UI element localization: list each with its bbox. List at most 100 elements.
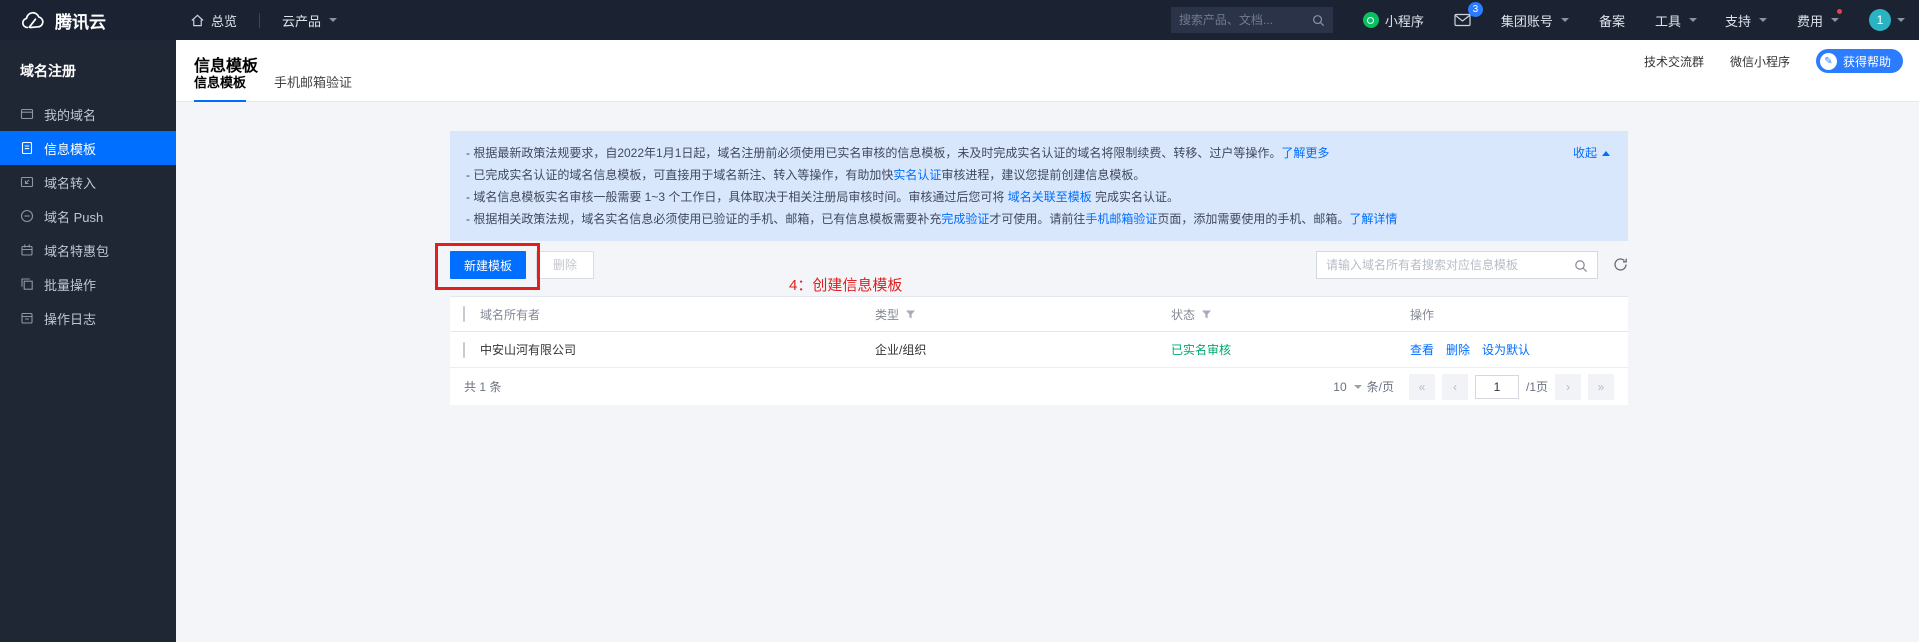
- notice-line: - 根据相关政策法规，域名实名信息必须使用已验证的手机、邮箱，已有信息模板需要补…: [466, 208, 1518, 230]
- owner-search-input[interactable]: [1326, 258, 1567, 272]
- nav-support[interactable]: 支持: [1711, 0, 1781, 40]
- nav-beian[interactable]: 备案: [1583, 0, 1641, 40]
- brand-label: 腾讯云: [55, 8, 106, 33]
- get-help-label: 获得帮助: [1843, 53, 1891, 70]
- chevron-down-icon: [1759, 18, 1767, 22]
- set-default-action-link[interactable]: 设为默认: [1482, 341, 1530, 358]
- navbar-left: 腾讯云 总览 云产品: [0, 0, 359, 40]
- get-help-button[interactable]: ✎ 获得帮助: [1816, 49, 1903, 73]
- column-actions: 操作: [1410, 306, 1434, 323]
- sidebar-item-domain-transfer[interactable]: 域名转入: [0, 165, 176, 199]
- sidebar-item-my-domains[interactable]: 我的域名: [0, 97, 176, 131]
- nav-group-account-label: 集团账号: [1501, 11, 1553, 30]
- nav-billing-label: 费用: [1797, 11, 1823, 30]
- tab-phone-email-verify[interactable]: 手机邮箱验证: [274, 72, 352, 102]
- row-type: 企业/组织: [875, 341, 926, 358]
- nav-tools-label: 工具: [1655, 11, 1681, 30]
- nav-billing[interactable]: 费用: [1781, 0, 1855, 40]
- column-status: 状态: [1171, 306, 1195, 323]
- sidebar-item-label: 信息模板: [44, 139, 96, 158]
- home-icon: [190, 13, 205, 28]
- filter-icon[interactable]: [905, 309, 916, 320]
- current-page-input[interactable]: [1475, 375, 1519, 399]
- tencent-cloud-logo[interactable]: 腾讯云: [20, 8, 106, 33]
- nav-tools[interactable]: 工具: [1641, 0, 1711, 40]
- nav-products[interactable]: 云产品: [260, 0, 359, 40]
- navbar-search-input[interactable]: [1179, 13, 1312, 27]
- real-name-auth-link[interactable]: 实名认证: [893, 168, 941, 182]
- next-page-button[interactable]: ›: [1555, 374, 1581, 400]
- collapse-label: 收起: [1573, 142, 1597, 164]
- wechat-mini-link[interactable]: 微信小程序: [1730, 53, 1790, 70]
- info-template-icon: [20, 141, 34, 155]
- tab-info-template[interactable]: 信息模板: [194, 72, 246, 102]
- learn-more-link[interactable]: 了解更多: [1281, 146, 1329, 160]
- my-domains-icon: [20, 107, 34, 121]
- sidebar-item-label: 域名 Push: [44, 207, 103, 226]
- content-header: 信息模板 信息模板 手机邮箱验证 技术交流群 微信小程序 ✎ 获得帮助: [176, 40, 1919, 102]
- table-header-row: 域名所有者 类型 状态 操作: [450, 296, 1628, 332]
- domain-transfer-icon: [20, 175, 34, 189]
- tab-bar: 信息模板 手机邮箱验证: [194, 72, 352, 102]
- column-owner: 域名所有者: [480, 306, 540, 323]
- nav-support-label: 支持: [1725, 11, 1751, 30]
- link-domain-to-template-link[interactable]: 域名关联至模板: [1008, 190, 1092, 204]
- sidebar-item-info-template[interactable]: 信息模板: [0, 131, 176, 165]
- complete-verify-link[interactable]: 完成验证: [941, 212, 989, 226]
- last-page-button[interactable]: »: [1588, 374, 1614, 400]
- learn-detail-link[interactable]: 了解详情: [1349, 212, 1397, 226]
- main-content: 信息模板 信息模板 手机邮箱验证 技术交流群 微信小程序 ✎ 获得帮助 - 根据…: [176, 40, 1919, 642]
- view-action-link[interactable]: 查看: [1410, 341, 1434, 358]
- first-page-button[interactable]: «: [1409, 374, 1435, 400]
- toolbar: 新建模板 删除: [450, 251, 1628, 279]
- header-links: 技术交流群 微信小程序 ✎ 获得帮助: [1644, 49, 1903, 73]
- pagination-controls: 10 条/页 « ‹ /1页 › »: [1333, 374, 1614, 400]
- pagination-bar: 共 1 条 10 条/页 « ‹ /1页 › »: [450, 368, 1628, 405]
- nav-account[interactable]: 1: [1855, 9, 1905, 31]
- content-body: - 根据最新政策法规要求，自2022年1月1日起，域名注册前必须使用已实名审核的…: [176, 102, 1919, 642]
- chevron-down-icon: [329, 18, 337, 22]
- notice-line: - 已完成实名认证的域名信息模板，可直接用于域名新注、转入等操作，有助加快实名认…: [466, 164, 1518, 186]
- chevron-down-icon: [1689, 18, 1697, 22]
- sidebar-title: 域名注册: [0, 40, 176, 97]
- create-template-button[interactable]: 新建模板: [450, 251, 526, 279]
- nav-messages[interactable]: 3: [1438, 0, 1487, 40]
- select-all-checkbox[interactable]: [463, 306, 465, 322]
- filter-icon[interactable]: [1201, 309, 1212, 320]
- chevron-down-icon: [1561, 18, 1569, 22]
- search-icon[interactable]: [1574, 259, 1588, 273]
- billing-notification-dot: [1837, 9, 1842, 14]
- mini-program-icon: [1363, 12, 1379, 28]
- sidebar-item-op-logs[interactable]: 操作日志: [0, 301, 176, 335]
- sidebar-item-label: 操作日志: [44, 309, 96, 328]
- nav-mini-program-label: 小程序: [1385, 11, 1424, 30]
- sidebar-item-label: 域名特惠包: [44, 241, 109, 260]
- sidebar-item-label: 批量操作: [44, 275, 96, 294]
- nav-overview-label: 总览: [211, 11, 237, 30]
- prev-page-button[interactable]: ‹: [1442, 374, 1468, 400]
- chevron-up-icon: [1602, 151, 1610, 156]
- sidebar-item-batch-ops[interactable]: 批量操作: [0, 267, 176, 301]
- refresh-icon[interactable]: [1613, 257, 1628, 272]
- column-type: 类型: [875, 306, 899, 323]
- row-checkbox[interactable]: [463, 342, 465, 358]
- page-size-select[interactable]: 10 条/页: [1333, 378, 1394, 395]
- help-icon: ✎: [1820, 53, 1837, 70]
- nav-mini-program[interactable]: 小程序: [1349, 0, 1438, 40]
- delete-button[interactable]: 删除: [536, 251, 594, 279]
- sidebar-item-domain-push[interactable]: 域名 Push: [0, 199, 176, 233]
- chevron-down-icon: [1897, 18, 1905, 22]
- collapse-notice-button[interactable]: 收起: [1573, 142, 1610, 164]
- nav-group-account[interactable]: 集团账号: [1487, 0, 1583, 40]
- page-size-unit: 条/页: [1367, 378, 1394, 395]
- phone-email-verify-link[interactable]: 手机邮箱验证: [1085, 212, 1157, 226]
- tech-group-link[interactable]: 技术交流群: [1644, 53, 1704, 70]
- navbar-search[interactable]: [1171, 7, 1333, 33]
- message-count-badge: 3: [1468, 2, 1483, 17]
- cloud-logo-icon: [20, 9, 46, 31]
- delete-action-link[interactable]: 删除: [1446, 341, 1470, 358]
- search-icon[interactable]: [1312, 14, 1325, 27]
- sidebar-item-domain-deal[interactable]: 域名特惠包: [0, 233, 176, 267]
- owner-search-box: [1316, 251, 1598, 279]
- nav-overview[interactable]: 总览: [168, 0, 259, 40]
